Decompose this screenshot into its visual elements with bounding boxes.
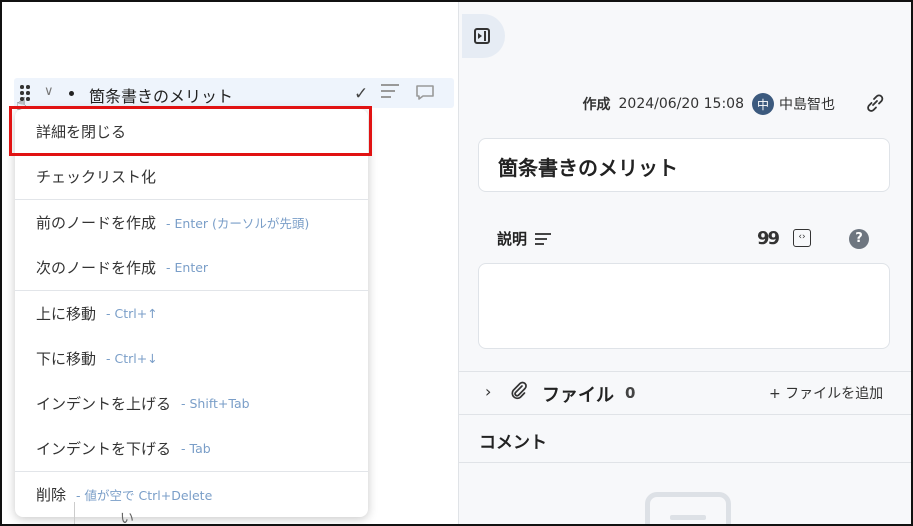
menu-item-shortcut: - Enter xyxy=(166,259,209,275)
code-icon[interactable]: ‹› xyxy=(793,229,811,247)
menu-item-create-next-node[interactable]: 次のノードを作成 - Enter xyxy=(15,245,368,289)
menu-item-make-checklist[interactable]: チェックリスト化 xyxy=(15,154,368,198)
outline-node-row[interactable]: ∨ 箇条書きのメリット ✓ xyxy=(14,78,454,108)
menu-item-label: 前のノードを作成 xyxy=(36,213,157,232)
outline-child-text: い xyxy=(120,511,134,526)
empty-comment-icon xyxy=(645,492,731,524)
help-icon[interactable]: ? xyxy=(849,229,869,249)
menu-item-shortcut: - Ctrl+↓ xyxy=(106,350,158,366)
annotation-highlight-box xyxy=(9,106,372,156)
outline-pane: ∨ 箇条書きのメリット ✓ ☝ 詳細を閉じる チェックリスト化 前のノードを作成… xyxy=(2,2,458,526)
menu-item-shortcut: - Shift+Tab xyxy=(181,395,250,411)
app-window: ∨ 箇条書きのメリット ✓ ☝ 詳細を閉じる チェックリスト化 前のノードを作成… xyxy=(0,0,913,526)
description-header: 説明 xyxy=(497,228,552,249)
menu-item-shortcut: - 値が空で Ctrl+Delete xyxy=(76,487,213,503)
description-label: 説明 xyxy=(497,230,528,248)
menu-item-label: 上に移動 xyxy=(36,304,97,323)
panel-toggle-button[interactable] xyxy=(462,14,505,58)
description-icon[interactable] xyxy=(381,84,399,98)
files-label: ファイル xyxy=(542,385,614,406)
menu-item-delete[interactable]: 削除 - 値が空で Ctrl+Delete xyxy=(15,472,368,516)
node-context-menu: 詳細を閉じる チェックリスト化 前のノードを作成 - Enter (カーソルが先… xyxy=(15,109,368,517)
menu-item-label: 下に移動 xyxy=(36,349,97,368)
quote-icon[interactable]: 99 xyxy=(757,228,780,249)
created-label: 作成 xyxy=(582,97,611,113)
chevron-down-icon[interactable]: ∨ xyxy=(44,84,54,99)
add-file-button[interactable]: + ファイルを追加 xyxy=(769,383,883,403)
comment-icon[interactable] xyxy=(415,84,435,100)
node-title-field[interactable]: 箇条書きのメリット xyxy=(478,138,890,192)
check-icon[interactable]: ✓ xyxy=(354,84,368,104)
menu-item-label: 削除 xyxy=(36,485,67,504)
description-icon xyxy=(535,232,552,245)
menu-item-indent[interactable]: インデントを下げる - Tab xyxy=(15,426,368,470)
menu-item-shortcut: - Enter (カーソルが先頭) xyxy=(166,215,310,231)
menu-item-shortcut: - Ctrl+↑ xyxy=(106,305,158,321)
node-title[interactable]: 箇条書きのメリット xyxy=(89,83,233,107)
link-icon[interactable] xyxy=(864,92,886,119)
files-section-header[interactable]: › ファイル 0 + ファイルを追加 xyxy=(459,372,911,414)
panel-toggle-icon xyxy=(474,28,490,44)
section-divider xyxy=(459,462,911,463)
created-timestamp: 2024/06/20 15:08 xyxy=(618,96,745,112)
bullet-icon xyxy=(69,91,74,96)
created-info: 作成 2024/06/20 15:08 中 中島智也 xyxy=(582,93,835,115)
menu-item-move-up[interactable]: 上に移動 - Ctrl+↑ xyxy=(15,291,368,335)
avatar: 中 xyxy=(752,93,774,115)
menu-item-create-prev-node[interactable]: 前のノードを作成 - Enter (カーソルが先頭) xyxy=(15,200,368,244)
menu-item-label: 次のノードを作成 xyxy=(36,258,157,277)
paperclip-icon xyxy=(509,380,529,405)
menu-item-label: インデントを上げる xyxy=(36,394,172,413)
outline-guide-line xyxy=(74,502,75,524)
menu-item-shortcut: - Tab xyxy=(181,440,211,456)
files-count: 0 xyxy=(625,384,636,402)
chevron-right-icon[interactable]: › xyxy=(485,382,491,401)
menu-item-move-down[interactable]: 下に移動 - Ctrl+↓ xyxy=(15,336,368,380)
detail-pane: 作成 2024/06/20 15:08 中 中島智也 箇条書きのメリット 説明 … xyxy=(458,2,911,524)
menu-item-label: チェックリスト化 xyxy=(36,167,157,186)
description-editor[interactable] xyxy=(478,263,890,349)
menu-item-label: インデントを下げる xyxy=(36,439,172,458)
comments-header: コメント xyxy=(479,433,547,453)
author-name: 中島智也 xyxy=(779,97,835,113)
menu-item-outdent[interactable]: インデントを上げる - Shift+Tab xyxy=(15,381,368,425)
section-divider xyxy=(459,414,911,415)
